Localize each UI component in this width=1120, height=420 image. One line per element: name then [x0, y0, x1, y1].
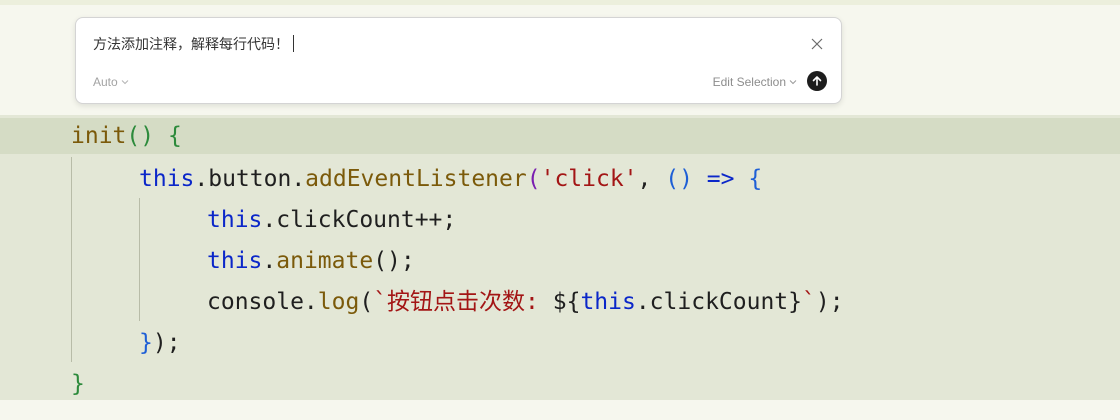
chevron-down-icon	[121, 80, 129, 85]
edit-selection-label: Edit Selection	[712, 75, 786, 89]
top-strip	[0, 0, 1120, 5]
indent-guide	[139, 198, 140, 321]
text-caret	[293, 35, 294, 52]
code-line-1: init() {	[0, 118, 1120, 154]
inline-prompt-widget: 方法添加注释，解释每行代码！ Auto Edit Selection	[75, 17, 842, 104]
submit-button[interactable]	[807, 71, 827, 91]
prompt-input-text: 方法添加注释，解释每行代码！	[93, 37, 289, 53]
code-editor[interactable]: init() { this.button.addEventListener('c…	[0, 115, 1120, 400]
code-line-4: this.animate();	[207, 248, 415, 274]
bottom-strip	[0, 400, 1120, 420]
close-icon	[811, 38, 823, 50]
edit-selection-dropdown[interactable]: Edit Selection	[713, 75, 797, 89]
indent-guide	[71, 157, 72, 362]
arrow-up-icon	[812, 76, 822, 86]
code-line-7: }	[71, 371, 85, 397]
code-line-6: });	[139, 330, 181, 356]
code-line-3: this.clickCount++;	[207, 207, 457, 233]
close-button[interactable]	[807, 34, 827, 54]
code-line-2: this.button.addEventListener('click', ()…	[139, 166, 763, 192]
mode-dropdown[interactable]: Auto	[93, 75, 129, 89]
mode-label: Auto	[93, 75, 118, 89]
code-line-5: console.log(`按钮点击次数: ${this.clickCount}`…	[207, 289, 844, 315]
prompt-input[interactable]: 方法添加注释，解释每行代码！	[93, 34, 294, 54]
chevron-down-icon	[789, 80, 797, 85]
